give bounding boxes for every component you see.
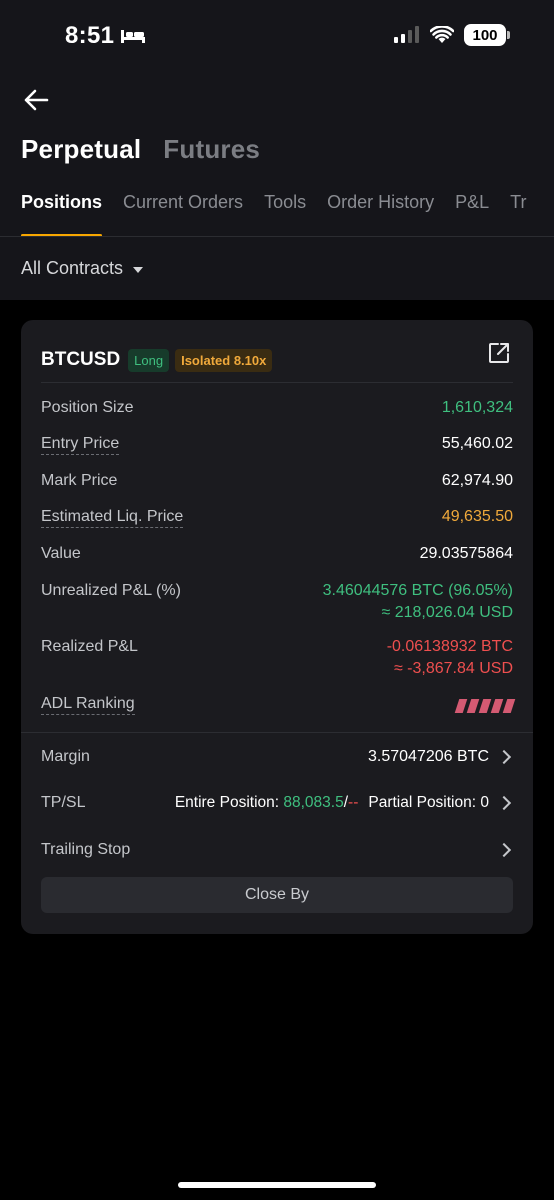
- tab-current-orders[interactable]: Current Orders: [123, 192, 243, 237]
- entry-price-row: Entry Price 55,460.02: [41, 435, 513, 455]
- unrealized-pnl-value: 3.46044576 BTC (96.05%) ≈ 218,026.04 USD: [323, 582, 513, 622]
- liq-price-value: 49,635.50: [441, 508, 513, 525]
- battery-level: 100: [472, 26, 498, 44]
- contracts-filter-label: All Contracts: [21, 258, 124, 278]
- unrealized-pnl-btc: 3.46044576 BTC (96.05%): [322, 582, 513, 599]
- adl-ranking-label[interactable]: ADL Ranking: [41, 695, 135, 715]
- position-card: BTCUSD Long Isolated 8.10x Position Size…: [21, 320, 533, 934]
- tab-order-history[interactable]: Order History: [327, 192, 434, 237]
- adl-bar: [490, 699, 504, 713]
- position-size-value: 1,610,324: [441, 399, 513, 416]
- tpsl-partial-value: 0: [480, 794, 489, 811]
- value-value: 29.03575864: [419, 545, 513, 562]
- adl-bar: [502, 699, 516, 713]
- margin-right: 3.57047206 BTC: [368, 748, 513, 766]
- entry-price-label[interactable]: Entry Price: [41, 435, 120, 455]
- trailing-stop-right: [496, 842, 513, 858]
- tabs-divider: [0, 236, 554, 237]
- tab-positions[interactable]: Positions: [21, 192, 103, 237]
- realized-pnl-label: Realized P&L: [41, 638, 138, 655]
- value-row: Value 29.03575864: [41, 545, 513, 563]
- tpsl-entire-sl: --: [348, 794, 359, 811]
- tpsl-right: Entire Position: 88,083.5/-- Partial Pos…: [175, 794, 513, 812]
- margin-mode-badge[interactable]: Isolated 8.10x: [175, 348, 273, 372]
- card-mid-divider: [21, 732, 533, 733]
- status-time-text: 8:51: [65, 22, 115, 49]
- side-badge: Long: [128, 348, 170, 372]
- unrealized-pnl-usd: ≈ 218,026.04 USD: [381, 604, 513, 621]
- tab-pnl[interactable]: P&L: [455, 192, 489, 237]
- back-arrow-icon[interactable]: [22, 86, 50, 114]
- tpsl-values: Entire Position: 88,083.5/-- Partial Pos…: [175, 794, 489, 812]
- unrealized-pnl-label: Unrealized P&L (%): [41, 582, 181, 599]
- tab-futures[interactable]: Futures: [163, 134, 260, 165]
- margin-label: Margin: [41, 748, 90, 765]
- mark-price-row: Mark Price 62,974.90: [41, 472, 513, 490]
- liq-price-row: Estimated Liq. Price 49,635.50: [41, 508, 513, 528]
- status-indicators: 100: [394, 24, 510, 46]
- realized-pnl-usd: ≈ -3,867.84 USD: [393, 660, 513, 677]
- home-indicator: [178, 1182, 376, 1188]
- tab-perpetual[interactable]: Perpetual: [21, 134, 141, 165]
- chevron-right-icon: [496, 795, 512, 811]
- entry-price-value: 55,460.02: [441, 435, 513, 452]
- margin-row[interactable]: Margin 3.57047206 BTC: [41, 748, 513, 766]
- adl-bar: [478, 699, 492, 713]
- realized-pnl-value: -0.06138932 BTC ≈ -3,867.84 USD: [387, 638, 513, 678]
- tpsl-row[interactable]: TP/SL Entire Position: 88,083.5/-- Parti…: [41, 794, 513, 812]
- tpsl-partial: Partial Position: 0: [368, 794, 489, 812]
- adl-bar: [466, 699, 480, 713]
- trailing-stop-row[interactable]: Trailing Stop: [41, 841, 513, 859]
- unrealized-pnl-row: Unrealized P&L (%) 3.46044576 BTC (96.05…: [41, 582, 513, 622]
- tpsl-entire-tp: 88,083.5: [283, 794, 344, 811]
- tpsl-label: TP/SL: [41, 794, 86, 811]
- tab-truncated[interactable]: Tr: [510, 192, 526, 237]
- caret-down-icon: [133, 266, 144, 273]
- cellular-signal-icon: [394, 26, 419, 43]
- trailing-stop-label: Trailing Stop: [41, 841, 131, 858]
- card-header-divider: [41, 382, 513, 383]
- chevron-right-icon: [496, 842, 512, 858]
- liq-price-label[interactable]: Estimated Liq. Price: [41, 508, 184, 528]
- contracts-filter-dropdown[interactable]: All Contracts: [21, 258, 144, 279]
- share-icon[interactable]: [487, 341, 511, 365]
- tpsl-entire: Entire Position: 88,083.5/--: [175, 794, 359, 812]
- battery-icon: 100: [464, 24, 510, 46]
- close-by-button[interactable]: Close By: [41, 877, 513, 913]
- mark-price-label: Mark Price: [41, 472, 118, 489]
- realized-pnl-btc: -0.06138932 BTC: [386, 638, 513, 655]
- adl-ranking-indicator: [454, 699, 516, 715]
- margin-value: 3.57047206 BTC: [368, 748, 489, 765]
- tab-tools[interactable]: Tools: [264, 192, 306, 237]
- market-type-switch: Perpetual Futures: [21, 134, 260, 165]
- realized-pnl-row: Realized P&L -0.06138932 BTC ≈ -3,867.84…: [41, 638, 513, 678]
- adl-ranking-row: ADL Ranking: [41, 695, 516, 715]
- position-card-header: BTCUSD Long Isolated 8.10x: [41, 340, 513, 380]
- status-time: 8:51: [65, 22, 146, 50]
- order-tabs: Positions Current Orders Tools Order His…: [21, 192, 554, 237]
- mark-price-value: 62,974.90: [441, 472, 513, 489]
- position-size-row: Position Size 1,610,324: [41, 399, 513, 417]
- chevron-right-icon: [496, 749, 512, 765]
- tpsl-partial-label: Partial Position:: [368, 794, 477, 811]
- value-label: Value: [41, 545, 81, 562]
- adl-bar: [454, 699, 468, 713]
- bed-icon: [121, 30, 146, 43]
- position-symbol[interactable]: BTCUSD: [41, 349, 120, 371]
- wifi-icon: [430, 26, 454, 43]
- tpsl-entire-label: Entire Position:: [174, 794, 280, 811]
- position-size-label: Position Size: [41, 399, 134, 416]
